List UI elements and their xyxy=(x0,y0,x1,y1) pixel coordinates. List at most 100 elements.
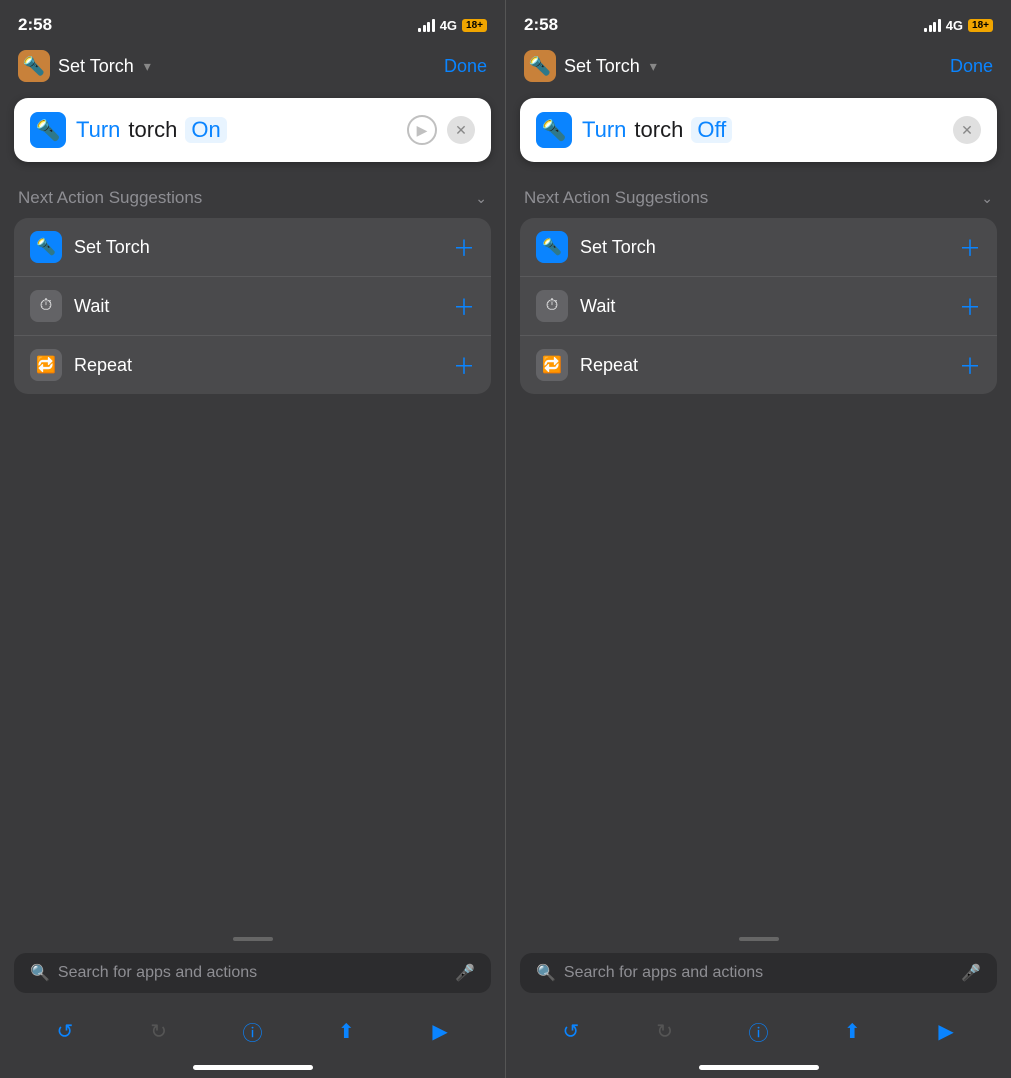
right-suggestions-title: Next Action Suggestions xyxy=(524,188,708,208)
right-signal-bars xyxy=(924,18,941,32)
left-signal-bars xyxy=(418,18,435,32)
left-nav-done[interactable]: Done xyxy=(444,56,487,77)
right-signal-text: 4G xyxy=(946,18,963,33)
left-repeat-glyph: 🔁 xyxy=(36,355,56,375)
right-suggestion-set-torch[interactable]: 🔦 Set Torch ＋ xyxy=(520,218,997,277)
left-chevron-down-icon[interactable]: ⌄ xyxy=(475,190,487,207)
left-torch-icon-blue: 🔦 xyxy=(30,112,66,148)
right-share-btn[interactable]: ⬆ xyxy=(834,1013,870,1049)
right-set-torch-icon: 🔦 xyxy=(536,231,568,263)
right-wait-glyph: ⏱ xyxy=(546,297,558,315)
left-turn-label[interactable]: Turn xyxy=(76,117,120,143)
left-suggestion-list: 🔦 Set Torch ＋ ⏱ Wait ＋ 🔁 Repeat ＋ xyxy=(14,218,491,394)
right-suggestion-repeat[interactable]: 🔁 Repeat ＋ xyxy=(520,336,997,394)
r-bar2 xyxy=(929,25,932,32)
right-suggestions-header: Next Action Suggestions ⌄ xyxy=(506,172,1011,218)
right-chevron-down-icon[interactable]: ⌄ xyxy=(981,190,993,207)
right-info-btn[interactable]: ⓘ xyxy=(740,1013,776,1049)
right-status-bar: 2:58 4G 18+ xyxy=(506,0,1011,44)
right-home-indicator xyxy=(699,1065,819,1070)
right-suggestion-list: 🔦 Set Torch ＋ ⏱ Wait ＋ 🔁 Repeat ＋ xyxy=(520,218,997,394)
left-search-bar[interactable]: 🔍 Search for apps and actions 🎤 xyxy=(14,953,491,993)
right-wait-label: Wait xyxy=(580,296,947,317)
left-wait-label: Wait xyxy=(74,296,441,317)
right-redo-btn[interactable]: ↻ xyxy=(647,1013,683,1049)
left-suggestion-repeat[interactable]: 🔁 Repeat ＋ xyxy=(14,336,491,394)
left-action-card: 🔦 Turn torch On ▶ ✕ xyxy=(14,98,491,162)
right-repeat-plus[interactable]: ＋ xyxy=(959,349,981,381)
right-close-btn[interactable]: ✕ xyxy=(953,116,981,144)
right-action-card: 🔦 Turn torch Off ✕ xyxy=(520,98,997,162)
right-action-text: Turn torch Off xyxy=(582,117,943,143)
right-torch-label[interactable]: torch xyxy=(634,117,683,143)
right-status-icons: 4G 18+ xyxy=(924,18,993,33)
left-nav-chevron: ▾ xyxy=(144,58,151,75)
bar2 xyxy=(423,25,426,32)
right-suggestion-wait[interactable]: ⏱ Wait ＋ xyxy=(520,277,997,336)
left-share-btn[interactable]: ⬆ xyxy=(328,1013,364,1049)
right-torch-glyph: 🔦 xyxy=(542,118,567,143)
right-repeat-label: Repeat xyxy=(580,355,947,376)
right-mic-icon[interactable]: 🎤 xyxy=(961,963,981,983)
left-redo-btn[interactable]: ↻ xyxy=(141,1013,177,1049)
left-arrow-icon: ▶ xyxy=(417,122,428,139)
left-suggestion-set-torch[interactable]: 🔦 Set Torch ＋ xyxy=(14,218,491,277)
right-search-bar[interactable]: 🔍 Search for apps and actions 🎤 xyxy=(520,953,997,993)
left-toolbar: ↺ ↻ ⓘ ⬆ ▶ xyxy=(0,1005,505,1061)
bar3 xyxy=(427,22,430,32)
right-wait-icon: ⏱ xyxy=(536,290,568,322)
right-nav-done[interactable]: Done xyxy=(950,56,993,77)
left-status-icons: 4G 18+ xyxy=(418,18,487,33)
left-wait-glyph: ⏱ xyxy=(40,297,52,315)
right-torch-icon-blue: 🔦 xyxy=(536,112,572,148)
left-wait-plus[interactable]: ＋ xyxy=(453,290,475,322)
left-suggestion-wait[interactable]: ⏱ Wait ＋ xyxy=(14,277,491,336)
right-panel: 2:58 4G 18+ 🔦 Set Torch ▾ Done 🔦 xyxy=(505,0,1011,1078)
left-repeat-icon: 🔁 xyxy=(30,349,62,381)
right-undo-btn[interactable]: ↺ xyxy=(553,1013,589,1049)
left-wait-icon: ⏱ xyxy=(30,290,62,322)
right-wait-plus[interactable]: ＋ xyxy=(959,290,981,322)
right-play-btn[interactable]: ▶ xyxy=(928,1013,964,1049)
right-nav-chevron: ▾ xyxy=(650,58,657,75)
left-signal-text: 4G xyxy=(440,18,457,33)
left-home-indicator xyxy=(193,1065,313,1070)
right-state-badge[interactable]: Off xyxy=(691,117,732,143)
r-bar3 xyxy=(933,22,936,32)
right-turn-label[interactable]: Turn xyxy=(582,117,626,143)
left-nav-bar: 🔦 Set Torch ▾ Done xyxy=(0,44,505,88)
right-search-placeholder: Search for apps and actions xyxy=(564,964,953,982)
right-toolbar: ↺ ↻ ⓘ ⬆ ▶ xyxy=(506,1005,1011,1061)
left-set-torch-label: Set Torch xyxy=(74,237,441,258)
r-bar4 xyxy=(938,19,941,32)
left-close-btn[interactable]: ✕ xyxy=(447,116,475,144)
left-set-torch-plus[interactable]: ＋ xyxy=(453,231,475,263)
right-nav-torch-icon: 🔦 xyxy=(524,50,556,82)
left-state-badge[interactable]: On xyxy=(185,117,226,143)
left-close-icon: ✕ xyxy=(455,122,467,139)
left-torch-label[interactable]: torch xyxy=(128,117,177,143)
left-info-btn[interactable]: ⓘ xyxy=(234,1013,270,1049)
right-search-icon: 🔍 xyxy=(536,963,556,983)
left-mic-icon[interactable]: 🎤 xyxy=(455,963,475,983)
left-suggestions-header: Next Action Suggestions ⌄ xyxy=(0,172,505,218)
right-nav-torch-glyph: 🔦 xyxy=(529,56,551,77)
right-set-torch-plus[interactable]: ＋ xyxy=(959,231,981,263)
left-nav-torch-glyph: 🔦 xyxy=(23,56,45,77)
right-torch-suggestion-glyph: 🔦 xyxy=(542,237,562,257)
r-bar1 xyxy=(924,28,927,32)
bar1 xyxy=(418,28,421,32)
right-nav-bar: 🔦 Set Torch ▾ Done xyxy=(506,44,1011,88)
left-arrow-circle[interactable]: ▶ xyxy=(407,115,437,145)
left-nav-torch-icon: 🔦 xyxy=(18,50,50,82)
right-bottom-area: 🔍 Search for apps and actions 🎤 ↺ ↻ ⓘ ⬆ … xyxy=(506,929,1011,1078)
left-panel: 2:58 4G 18+ 🔦 Set Torch ▾ Done 🔦 xyxy=(0,0,505,1078)
left-repeat-plus[interactable]: ＋ xyxy=(453,349,475,381)
right-nav-title-area: 🔦 Set Torch ▾ xyxy=(524,50,657,82)
left-repeat-label: Repeat xyxy=(74,355,441,376)
left-undo-btn[interactable]: ↺ xyxy=(47,1013,83,1049)
left-play-btn[interactable]: ▶ xyxy=(422,1013,458,1049)
left-bottom-area: 🔍 Search for apps and actions 🎤 ↺ ↻ ⓘ ⬆ … xyxy=(0,929,505,1078)
bar4 xyxy=(432,19,435,32)
left-set-torch-icon: 🔦 xyxy=(30,231,62,263)
